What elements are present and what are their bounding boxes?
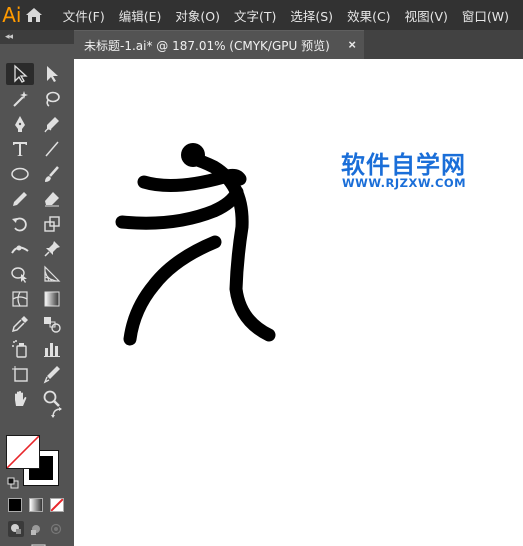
document-tab[interactable]: 未标题-1.ai* @ 187.01% (CMYK/GPU 预览) × (74, 30, 364, 59)
paintbrush-icon (45, 166, 59, 182)
none-fill-icon (7, 436, 39, 468)
scale-icon (44, 216, 60, 232)
column-graph-tool[interactable] (38, 338, 66, 360)
type-tool[interactable] (6, 138, 34, 160)
eraser-icon (45, 192, 59, 207)
selection-tool[interactable] (6, 63, 34, 85)
rotate-icon (12, 217, 27, 232)
menu-bar: Ai 文件(F) 编辑(E) 对象(O) 文字(T) 选择(S) 效果(C) 视… (0, 0, 523, 30)
draw-inside-button[interactable] (48, 521, 64, 537)
shape-builder-icon (11, 267, 27, 283)
menu-view[interactable]: 视图(V) (405, 6, 448, 25)
menu-type[interactable]: 文字(T) (234, 6, 276, 25)
collapse-panel-button[interactable]: ◂◂ (5, 31, 13, 42)
tools-panel-header: ◂◂ (0, 30, 74, 44)
default-colors-icon (7, 477, 19, 489)
menu-file[interactable]: 文件(F) (63, 6, 105, 25)
hand-icon (15, 391, 27, 406)
app-logo: Ai (2, 3, 22, 27)
artboard-tool[interactable] (6, 363, 34, 385)
width-tool[interactable] (6, 238, 34, 260)
ellipse-icon (11, 167, 29, 181)
menu-select[interactable]: 选择(S) (290, 6, 333, 25)
scale-tool[interactable] (38, 213, 66, 235)
lasso-tool[interactable] (38, 88, 66, 110)
draw-inside-icon (50, 523, 62, 535)
menu-effect[interactable]: 效果(C) (347, 6, 390, 25)
home-button[interactable] (24, 0, 45, 30)
curvature-tool[interactable] (38, 113, 66, 135)
ellipse-tool[interactable] (6, 163, 34, 185)
draw-behind-icon (31, 525, 40, 535)
home-icon (26, 8, 43, 22)
artwork-left-stroke[interactable] (123, 235, 222, 346)
mesh-tool[interactable] (6, 288, 34, 310)
artwork-dot[interactable] (181, 143, 205, 167)
draw-normal-icon (11, 524, 21, 534)
watermark-title: 软件自学网 (341, 151, 466, 179)
slice-knife-icon (43, 366, 60, 384)
document-tab-title: 未标题-1.ai* @ 187.01% (CMYK/GPU 预览) (84, 38, 330, 53)
none-mode-button[interactable] (50, 498, 64, 512)
symbol-sprayer-icon (12, 340, 27, 358)
line-segment-icon (45, 141, 59, 157)
pen-tool[interactable] (6, 113, 34, 135)
gradient-tool[interactable] (38, 288, 66, 310)
type-t-icon (13, 142, 27, 156)
lasso-icon (46, 91, 60, 107)
artboard-icon (12, 366, 28, 382)
tools-panel: ◂◂ (0, 30, 74, 546)
blend-icon (44, 317, 61, 333)
gradient-mode-button[interactable] (29, 498, 43, 512)
watermark-url: WWW.RJZXW.COM (342, 176, 467, 190)
document-tab-bar: 未标题-1.ai* @ 187.01% (CMYK/GPU 预览) × (74, 30, 523, 59)
column-graph-icon (44, 343, 60, 357)
pencil-icon (13, 192, 27, 206)
menu-items: 文件(F) 编辑(E) 对象(O) 文字(T) 选择(S) 效果(C) 视图(V… (63, 0, 523, 30)
width-tool-icon (11, 245, 29, 254)
pencil-tool[interactable] (6, 188, 34, 210)
curvature-pen-icon (44, 117, 59, 133)
menu-window[interactable]: 窗口(W) (462, 6, 509, 25)
menu-object[interactable]: 对象(O) (175, 6, 220, 25)
symbol-sprayer-tool[interactable] (6, 338, 34, 360)
close-tab-button[interactable]: × (348, 37, 356, 52)
eraser-tool[interactable] (38, 188, 66, 210)
blend-tool[interactable] (38, 313, 66, 335)
shape-builder-tool[interactable] (6, 263, 34, 285)
color-mode-button[interactable] (8, 498, 22, 512)
selection-arrow-icon (14, 64, 28, 83)
rotate-tool[interactable] (6, 213, 34, 235)
swap-fill-stroke-button[interactable] (50, 406, 64, 420)
menu-edit[interactable]: 编辑(E) (119, 6, 162, 25)
puppet-warp-tool[interactable] (38, 238, 66, 260)
perspective-grid-tool[interactable] (38, 263, 66, 285)
eyedropper-icon (11, 316, 28, 333)
magic-wand-icon (13, 91, 28, 107)
direct-selection-tool[interactable] (38, 63, 66, 85)
paintbrush-tool[interactable] (38, 163, 66, 185)
line-segment-tool[interactable] (38, 138, 66, 160)
mesh-icon (12, 291, 28, 307)
direct-selection-arrow-icon (47, 66, 58, 82)
slice-tool[interactable] (38, 363, 66, 385)
artwork-strokes[interactable] (74, 59, 523, 546)
draw-behind-button[interactable] (28, 521, 44, 537)
pen-nib-icon (15, 116, 25, 132)
hand-tool[interactable] (6, 388, 34, 410)
illustrator-window: Ai 文件(F) 编辑(E) 对象(O) 文字(T) 选择(S) 效果(C) 视… (0, 0, 523, 546)
gradient-icon (44, 291, 60, 307)
draw-normal-button[interactable] (8, 521, 24, 537)
artwork-middle-stroke[interactable] (115, 185, 244, 230)
draw-mode-group (6, 521, 66, 537)
default-colors-button[interactable] (7, 476, 19, 489)
magic-wand-tool[interactable] (6, 88, 34, 110)
fill-swatch[interactable] (6, 435, 40, 469)
artboard-canvas[interactable]: 软件自学网 WWW.RJZXW.COM (74, 59, 523, 546)
swap-arrow-icon (51, 407, 62, 418)
none-slash-icon (51, 499, 63, 511)
pushpin-icon (44, 241, 60, 257)
eyedropper-tool[interactable] (6, 313, 34, 335)
perspective-grid-icon (44, 265, 61, 282)
